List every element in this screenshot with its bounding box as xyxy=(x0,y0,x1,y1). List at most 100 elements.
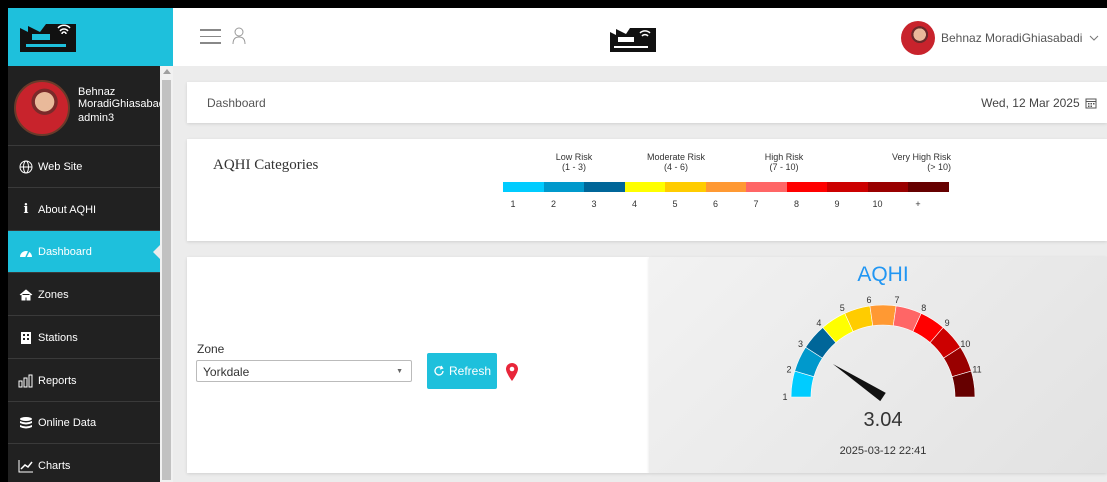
app-window: Behnaz MoradiGhiasabadi admin3 Web Site … xyxy=(8,8,1107,482)
gauge-tick-label: 1 xyxy=(782,392,787,402)
sidebar-item-web-site[interactable]: Web Site xyxy=(8,146,160,188)
gauge-tick-label: 5 xyxy=(840,303,845,313)
gauge-tick-label: 7 xyxy=(894,295,899,305)
sidebar-item-online-data[interactable]: Online Data xyxy=(8,402,160,444)
sidebar-item-label: Online Data xyxy=(38,416,97,429)
gauge-tick-label: 4 xyxy=(816,318,821,328)
top-bar: Behnaz MoradiGhiasabadi xyxy=(173,8,1107,66)
sidebar-scrollbar[interactable] xyxy=(160,66,173,482)
top-bar-user-name: Behnaz MoradiGhiasabadi xyxy=(941,31,1083,45)
scale-segment xyxy=(543,182,585,192)
sidebar-user-card: Behnaz MoradiGhiasabadi admin3 xyxy=(8,66,160,146)
sidebar-item-zones[interactable]: Zones xyxy=(8,274,160,316)
zone-label: Zone xyxy=(197,342,225,356)
sidebar-user-role: admin3 xyxy=(78,112,115,124)
scale-number: 10 xyxy=(872,199,883,209)
sidebar-item-about-aqhi[interactable]: i About AQHI xyxy=(8,189,160,231)
risk-range: (7 - 10) xyxy=(769,162,799,172)
risk-label-moderate: Moderate Risk (4 - 6) xyxy=(639,152,713,172)
building-icon xyxy=(18,331,34,345)
scale-number: 4 xyxy=(631,199,637,209)
categories-title: AQHI Categories xyxy=(213,157,319,173)
scale-number: 7 xyxy=(753,199,759,209)
refresh-button[interactable]: Refresh xyxy=(427,353,497,389)
sidebar-user-name: Behnaz MoradiGhiasabadi xyxy=(78,86,160,110)
risk-range: (4 - 6) xyxy=(663,162,688,172)
line-chart-icon xyxy=(18,459,34,473)
zone-selector-card: Zone Yorkdale ▼ Refresh xyxy=(187,257,649,473)
aqhi-gauge: 1 2 3 4 5 6 7 8 9 10 11 xyxy=(782,295,981,402)
scale-segment xyxy=(867,182,909,192)
map-pin-icon[interactable] xyxy=(505,362,519,382)
page-title: Dashboard xyxy=(207,96,266,110)
scale-number: 9 xyxy=(834,199,840,209)
gauge-segment xyxy=(869,304,897,327)
scale-number: 6 xyxy=(712,199,718,209)
refresh-label: Refresh xyxy=(448,364,492,378)
database-icon xyxy=(18,416,34,430)
sidebar-item-dashboard[interactable]: Dashboard xyxy=(8,231,160,273)
user-menu[interactable]: Behnaz MoradiGhiasabadi xyxy=(941,31,1099,45)
zone-select[interactable]: Yorkdale ▼ xyxy=(196,360,412,382)
sidebar-item-reports[interactable]: Reports xyxy=(8,360,160,402)
risk-label-low: Low Risk (1 - 3) xyxy=(542,152,606,172)
gauge-needle xyxy=(832,363,886,402)
risk-name: Moderate Risk xyxy=(646,152,706,162)
sidebar-logo-bar[interactable] xyxy=(8,8,173,66)
gauge-tick-label: 10 xyxy=(960,339,970,349)
scale-number: 3 xyxy=(591,199,597,209)
refresh-icon xyxy=(434,365,444,376)
date-text: Wed, 12 Mar 2025 xyxy=(981,96,1080,110)
hamburger-menu-icon[interactable] xyxy=(200,29,221,44)
risk-range: (1 - 3) xyxy=(561,162,586,172)
sidebar-item-label: Web Site xyxy=(38,160,83,173)
scale-segment xyxy=(665,182,706,192)
risk-name: Low Risk xyxy=(555,152,593,162)
scale-segment xyxy=(827,182,868,192)
gauge-value: 3.04 xyxy=(863,409,903,431)
risk-name: Very High Risk xyxy=(891,152,951,162)
user-icon[interactable] xyxy=(231,26,247,46)
sidebar-item-label: Zones xyxy=(38,288,69,301)
calendar-icon[interactable] xyxy=(1085,97,1097,112)
scale-number: 5 xyxy=(672,199,678,209)
scale-number: 2 xyxy=(550,199,556,209)
scale-segment xyxy=(786,182,828,192)
gauge-timestamp: 2025-03-12 22:41 xyxy=(839,445,927,457)
risk-name: High Risk xyxy=(764,152,804,162)
scrollbar-thumb[interactable] xyxy=(162,80,171,480)
sidebar: Behnaz MoradiGhiasabadi admin3 Web Site … xyxy=(8,8,173,482)
chevron-down-icon xyxy=(1089,31,1099,45)
scale-number: + xyxy=(915,199,921,209)
gauge-tick-label: 8 xyxy=(921,303,926,313)
home-icon xyxy=(18,288,34,302)
zone-selected-value: Yorkdale xyxy=(203,365,250,379)
gauge-tick-label: 11 xyxy=(972,364,981,374)
gauge-tick-label: 6 xyxy=(867,295,872,305)
aqhi-categories-card: AQHI Categories Low Risk (1 - 3) Moderat… xyxy=(187,139,1107,241)
scroll-up-arrow-icon[interactable] xyxy=(163,69,171,74)
info-icon: i xyxy=(23,202,29,217)
aqhi-gauge-card: AQHI 1 2 3 4 5 6 7 8 9 10 11 3.04 2025-03-12 22:41 xyxy=(649,257,1107,473)
sidebar-item-label: Dashboard xyxy=(38,245,92,258)
sidebar-item-charts[interactable]: Charts xyxy=(8,445,160,482)
scale-segment xyxy=(624,182,666,192)
scale-segment xyxy=(705,182,747,192)
globe-icon xyxy=(18,160,34,174)
scale-number: 8 xyxy=(793,199,799,209)
bar-chart-icon xyxy=(18,374,34,388)
ioair-logo xyxy=(20,24,76,52)
sidebar-item-label: About AQHI xyxy=(38,203,97,216)
risk-range: (> 10) xyxy=(927,162,951,172)
gauge-tick-label: 9 xyxy=(945,318,950,328)
top-bar-avatar[interactable] xyxy=(901,21,935,55)
scale-segment xyxy=(503,182,544,192)
breadcrumb: Dashboard Wed, 12 Mar 2025 xyxy=(187,82,1107,123)
sidebar-item-label: Stations xyxy=(38,331,78,344)
sidebar-item-label: Reports xyxy=(38,374,77,387)
risk-label-very-high: Very High Risk (> 10) xyxy=(877,152,951,172)
avatar xyxy=(14,80,70,136)
scale-number: 1 xyxy=(510,199,516,209)
current-date: Wed, 12 Mar 2025 xyxy=(981,96,1097,112)
sidebar-item-stations[interactable]: Stations xyxy=(8,317,160,359)
